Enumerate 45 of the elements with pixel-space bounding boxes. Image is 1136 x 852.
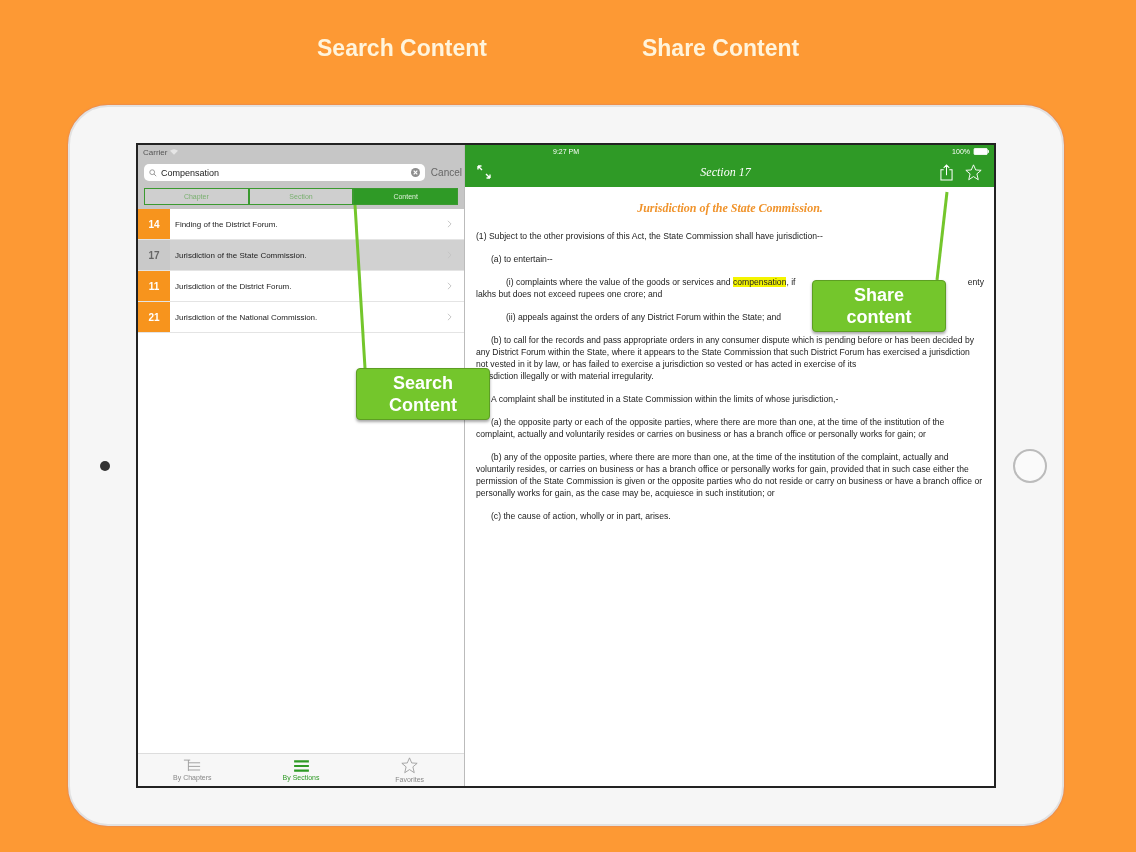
paragraph-line: lakhs but does not exceed rupees one crore; and: [476, 288, 663, 300]
paragraph-fragment: sdiction illegally or with material irregularity.: [488, 370, 655, 382]
share-icon[interactable]: [940, 163, 953, 181]
section-title: Section 17: [699, 164, 752, 180]
callout-label: Share content: [812, 280, 946, 332]
battery-icon: [973, 147, 990, 155]
search-field[interactable]: Compensation: [144, 164, 425, 181]
result-title: Jurisdiction of the National Commission.: [174, 312, 319, 322]
result-row[interactable]: 21 Jurisdiction of the National Commission.: [138, 302, 464, 333]
carrier-label: Carrier: [143, 147, 168, 157]
headline: Share Content: [642, 35, 800, 63]
document-heading: Jurisdiction of the State Commission.: [636, 201, 824, 216]
section-number: 21: [138, 302, 170, 332]
result-row[interactable]: 17 Jurisdiction of the State Commission.: [138, 240, 464, 271]
result-title: Jurisdiction of the State Commission.: [174, 250, 308, 260]
wifi-icon: [170, 149, 179, 155]
expand-icon[interactable]: [477, 165, 491, 179]
paragraph: A complaint shall be instituted in a State Commission within the limits of whose jurisdiction,-: [490, 393, 839, 405]
section-number: 14: [138, 209, 170, 239]
stacked-list-icon: [183, 759, 202, 772]
paragraph: (a) to entertain--: [490, 253, 553, 265]
section-number: 17: [138, 240, 170, 270]
camera-dot: [100, 460, 110, 471]
paragraph: (c) the cause of action, wholly or in part, arises.: [490, 510, 671, 522]
paragraph: (ii) appeals against the orders of any District Forum within the State; and: [505, 311, 782, 323]
paragraph: (b) any of the opposite parties, where there are more than one, at the time of the institution of the complaint, actually and voluntarily resides, or carries on business or has a branch office or personally works for gain, provided that in such case either the permission of the State Commission is given or the opposite parties who do not reside or carry on business or have a branch office or personally works for gain, as the case may be, acquiesce in such institution; or: [476, 451, 984, 499]
result-title: Finding of the District Forum.: [174, 219, 279, 229]
cancel-button[interactable]: Cancel: [428, 167, 464, 178]
headline: Search Content: [317, 35, 487, 63]
section-number: 11: [138, 271, 170, 301]
result-row[interactable]: 14 Finding of the District Forum.: [138, 209, 464, 240]
result-row[interactable]: 11 Jurisdiction of the District Forum.: [138, 271, 464, 302]
star-icon: [401, 757, 419, 774]
list-icon: [292, 759, 310, 772]
clear-icon[interactable]: [410, 168, 420, 177]
callout-label: Search Content: [356, 368, 490, 420]
search-icon: [149, 168, 157, 177]
chevron-icon: [447, 313, 452, 321]
star-icon[interactable]: [965, 163, 982, 181]
chevron-icon: [447, 282, 452, 290]
paragraph-line: (i) complaints where the value of the goods or services and compensation, if: [506, 276, 796, 288]
chevron-icon: [447, 220, 452, 228]
paragraph-fragment: enty: [967, 276, 984, 288]
paragraph: (1) Subject to the other provisions of this Act, the State Commission shall have jurisdiction--: [476, 230, 823, 242]
result-title: Jurisdiction of the District Forum.: [174, 281, 293, 291]
